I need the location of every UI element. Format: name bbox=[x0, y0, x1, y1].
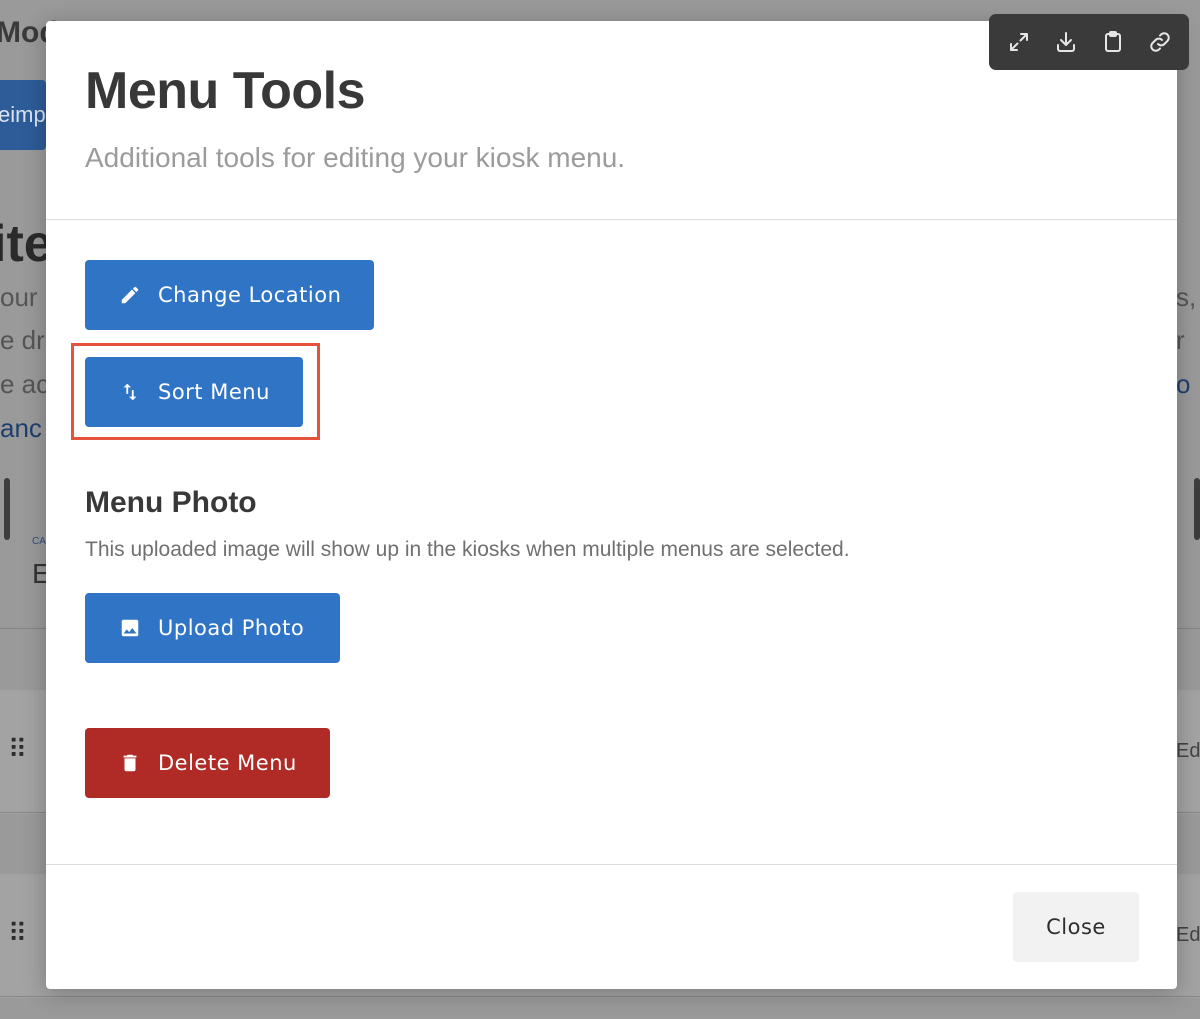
upload-photo-label: Upload Photo bbox=[158, 616, 305, 640]
link-icon[interactable] bbox=[1143, 25, 1177, 59]
image-icon bbox=[119, 617, 141, 639]
menu-photo-title: Menu Photo bbox=[85, 486, 257, 519]
download-icon[interactable] bbox=[1049, 25, 1083, 59]
menu-photo-description: This uploaded image will show up in the … bbox=[85, 538, 850, 561]
background-text-line: s, bbox=[1176, 282, 1197, 312]
trash-icon bbox=[119, 752, 141, 774]
background-tab: eimp bbox=[0, 80, 46, 150]
menu-tools-modal: Menu Tools Additional tools for editing … bbox=[46, 21, 1177, 989]
clipboard-icon[interactable] bbox=[1096, 25, 1130, 59]
background-heading: ite bbox=[0, 215, 53, 273]
background-slider-handle bbox=[4, 478, 10, 540]
close-button[interactable]: Close bbox=[1013, 892, 1139, 962]
modal-subtitle: Additional tools for editing your kiosk … bbox=[85, 142, 626, 173]
background-text-line: our bbox=[0, 282, 38, 312]
delete-menu-button[interactable]: Delete Menu bbox=[85, 728, 330, 798]
upload-photo-button[interactable]: Upload Photo bbox=[85, 593, 340, 663]
sort-arrows-icon bbox=[119, 381, 141, 403]
modal-title: Menu Tools bbox=[85, 62, 366, 120]
change-location-button[interactable]: Change Location bbox=[85, 260, 374, 330]
drag-handle-icon: ⠿ bbox=[8, 918, 27, 948]
background-small-label: CA bbox=[32, 536, 46, 547]
modal-footer-divider bbox=[46, 864, 1177, 865]
expand-icon[interactable] bbox=[1002, 25, 1036, 59]
drag-handle-icon: ⠿ bbox=[8, 734, 27, 764]
sort-menu-button[interactable]: Sort Menu bbox=[85, 357, 303, 427]
floating-toolbar bbox=[989, 14, 1189, 70]
pencil-icon bbox=[119, 284, 141, 306]
background-link: anc bbox=[0, 413, 42, 443]
background-divider bbox=[0, 996, 1200, 997]
background-text-line: e dr bbox=[0, 325, 45, 355]
background-text-line: e ac bbox=[0, 369, 50, 399]
delete-menu-label: Delete Menu bbox=[158, 751, 297, 775]
change-location-label: Change Location bbox=[158, 283, 342, 307]
background-link: o bbox=[1176, 369, 1191, 399]
background-slider-handle bbox=[1194, 478, 1200, 540]
sort-menu-label: Sort Menu bbox=[158, 380, 270, 404]
background-text-line: r bbox=[1176, 325, 1185, 355]
